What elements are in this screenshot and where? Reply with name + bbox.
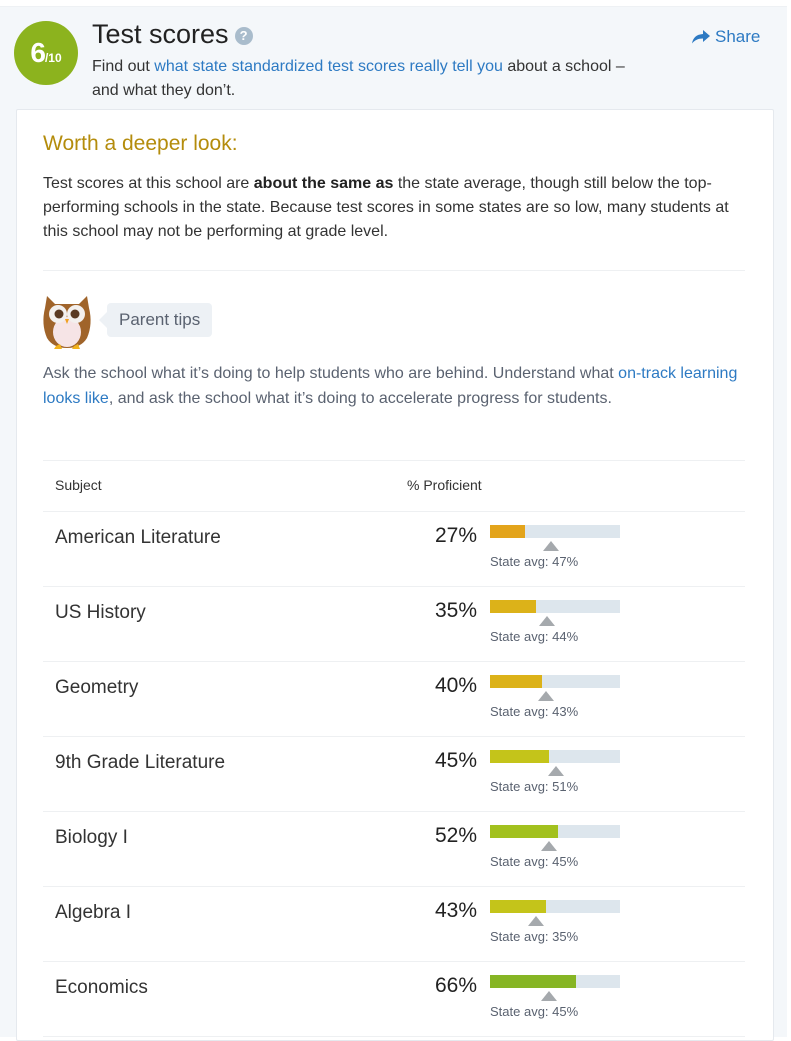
share-arrow-icon <box>692 30 710 44</box>
question-circle-icon[interactable]: ? <box>234 27 253 45</box>
percent-proficient: 27% <box>434 524 477 547</box>
state-average-label: State avg: 35% <box>490 929 579 944</box>
proficiency-bar-fill <box>490 900 546 913</box>
scores-table: Subject % Proficient American Literature… <box>43 460 745 1037</box>
proficiency-bar-fill <box>490 825 558 838</box>
summary-bold: about the same as <box>253 175 394 192</box>
table-header: Subject % Proficient <box>43 460 745 512</box>
subtitle-prefix: Find out <box>92 58 155 75</box>
parent-tips-text: Ask the school what it’s doing to help s… <box>43 361 743 411</box>
parent-tips-label: Parent tips <box>98 303 213 337</box>
table-row: American Literature 27% State avg: 47% <box>43 512 745 587</box>
proficiency-bar <box>490 825 620 838</box>
percent-proficient: 40% <box>434 674 477 697</box>
subject-name: Algebra I <box>55 902 132 923</box>
state-average-marker <box>548 766 565 776</box>
test-scores-section: 6 /10 Test scores ? Find out what state … <box>0 6 787 1041</box>
table-row: Algebra I 43% State avg: 35% <box>43 887 745 962</box>
subject-name: 9th Grade Literature <box>55 752 226 773</box>
proficiency-bar <box>490 675 620 688</box>
proficiency-bar-fill <box>490 975 576 988</box>
state-average-marker <box>540 841 557 851</box>
summary-text: Test scores at this school are about the… <box>43 172 743 244</box>
section-subtitle: Find out what state standardized test sc… <box>92 55 652 103</box>
table-row: Biology I 52% State avg: 45% <box>43 812 745 887</box>
subject-name: US History <box>55 602 146 623</box>
subject-name: Economics <box>55 977 148 998</box>
state-average-marker <box>539 616 556 626</box>
proficiency-bar <box>490 600 620 613</box>
subject-name: Geometry <box>55 677 139 698</box>
subject-name: American Literature <box>55 527 221 548</box>
table-row: Economics 66% State avg: 45% <box>43 962 745 1037</box>
rating-badge: 6 /10 <box>14 21 78 85</box>
proficiency-bar-fill <box>490 750 549 763</box>
state-average-label: State avg: 44% <box>490 629 579 644</box>
proficiency-bar-fill <box>490 525 526 538</box>
section-title: Test scores <box>92 19 229 49</box>
tips-prefix: Ask the school what it’s doing to help s… <box>43 365 619 382</box>
summary-heading: Worth a deeper look: <box>43 132 238 155</box>
column-header-proficient: % Proficient <box>407 477 482 493</box>
rating-value: 6 <box>30 37 46 68</box>
share-button[interactable]: Share <box>692 27 760 47</box>
test-scores-info-link[interactable]: what state standardized test scores real… <box>154 58 503 75</box>
percent-proficient: 66% <box>434 974 477 997</box>
state-average-label: State avg: 43% <box>490 704 579 719</box>
rating-denominator: /10 <box>44 51 62 65</box>
proficiency-bar <box>490 900 620 913</box>
section-title-container: Test scores ? <box>92 19 253 50</box>
table-row: Geometry 40% State avg: 43% <box>43 662 745 737</box>
percent-proficient: 35% <box>434 599 477 622</box>
column-header-subject: Subject <box>55 477 102 493</box>
proficiency-bar <box>490 525 620 538</box>
proficiency-bar-fill <box>490 675 542 688</box>
state-average-marker <box>540 991 557 1001</box>
table-row: 9th Grade Literature 45% State avg: 51% <box>43 737 745 812</box>
percent-proficient: 45% <box>434 749 477 772</box>
divider <box>43 270 745 271</box>
proficiency-bar <box>490 750 620 763</box>
state-average-label: State avg: 47% <box>490 554 579 569</box>
state-average-marker <box>527 916 544 926</box>
proficiency-bar <box>490 975 620 988</box>
tips-suffix: , and ask the school what it’s doing to … <box>108 390 612 407</box>
subject-name: Biology I <box>55 827 128 848</box>
state-average-label: State avg: 51% <box>490 779 579 794</box>
summary-prefix: Test scores at this school are <box>43 175 254 192</box>
state-average-label: State avg: 45% <box>490 1004 579 1019</box>
percent-proficient: 52% <box>434 824 477 847</box>
percent-proficient: 43% <box>434 899 477 922</box>
state-average-marker <box>537 691 554 701</box>
test-scores-card: Worth a deeper look: Test scores at this… <box>16 109 774 1041</box>
owl-icon <box>43 296 91 349</box>
share-label: Share <box>715 27 761 46</box>
proficiency-bar-fill <box>490 600 536 613</box>
state-average-marker <box>543 541 560 551</box>
state-average-label: State avg: 45% <box>490 854 579 869</box>
table-row: US History 35% State avg: 44% <box>43 587 745 662</box>
